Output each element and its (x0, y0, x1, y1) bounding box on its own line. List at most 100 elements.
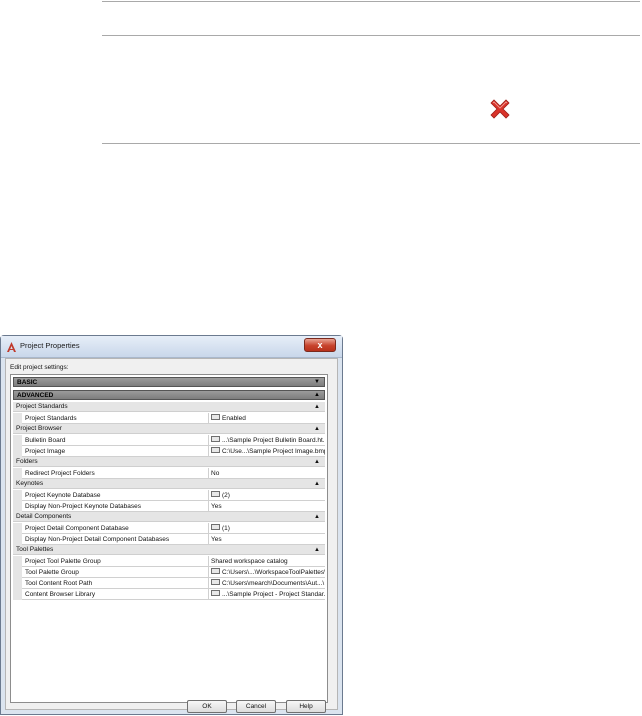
category-header[interactable]: Project Standards ▲ (13, 402, 325, 412)
property-value-text: ...\Sample Project - Project Standar... (222, 591, 325, 598)
property-value[interactable]: No (209, 468, 325, 479)
property-row[interactable]: Tool Content Root Path C:\Users\mearch\Do… (13, 578, 325, 589)
property-value-text: C:\Use...\Sample Project Image.bmp (222, 448, 325, 455)
help-button[interactable]: Help (286, 700, 326, 713)
red-x-icon[interactable] (487, 96, 513, 122)
browse-icon[interactable] (211, 524, 220, 531)
property-value[interactable]: C:\Users\...\WorkspaceToolPalettes\ (209, 567, 325, 578)
property-value[interactable]: (1) (209, 523, 325, 534)
property-row[interactable]: Tool Palette Group C:\Users\...\Workspace… (13, 567, 325, 578)
property-name: Content Browser Library (22, 589, 209, 600)
property-value[interactable]: (2) (209, 490, 325, 501)
section-basic[interactable]: BASIC ▼ (13, 377, 325, 387)
row-gutter (13, 413, 22, 424)
property-value-text: No (211, 470, 220, 477)
row-gutter (13, 534, 22, 545)
category-header[interactable]: Keynotes ▲ (13, 479, 325, 489)
category-header[interactable]: Detail Components ▲ (13, 512, 325, 522)
browse-icon[interactable] (211, 447, 220, 454)
collapse-arrow-icon[interactable]: ▲ (314, 402, 320, 412)
category-label: Project Standards (16, 403, 68, 410)
title-bar[interactable]: Project Properties x (1, 336, 342, 358)
browse-icon[interactable] (211, 491, 220, 498)
property-row[interactable]: Project Image C:\Use...\Sample Project Im… (13, 446, 325, 457)
bottom-divider (102, 143, 640, 144)
browse-icon[interactable] (211, 579, 220, 586)
category-label: Folders (16, 458, 38, 465)
project-properties-dialog: Project Properties x Edit project settin… (0, 335, 343, 715)
collapse-arrow-icon[interactable]: ▲ (314, 545, 320, 555)
collapse-arrow-icon[interactable]: ▲ (314, 512, 320, 522)
edit-settings-label: Edit project settings: (10, 364, 69, 371)
property-value-text: C:\Users\mearch\Documents\Aut...\ (222, 580, 325, 587)
property-value[interactable]: C:\Users\mearch\Documents\Aut...\ (209, 578, 325, 589)
row-gutter (13, 435, 22, 446)
category-header[interactable]: Project Browser ▲ (13, 424, 325, 434)
property-value-text: Shared workspace catalog (211, 558, 288, 565)
app-icon (7, 342, 16, 352)
property-value-text: ...\Sample Project Bulletin Board.ht... (222, 437, 325, 444)
property-row[interactable]: Project Keynote Database (2) (13, 490, 325, 501)
property-row[interactable]: Display Non-Project Detail Component Dat… (13, 534, 325, 545)
dialog-body: Edit project settings: BASIC ▼ ADVANCED … (5, 358, 338, 713)
category-label: Keynotes (16, 480, 44, 487)
collapse-arrow-icon[interactable]: ▲ (314, 479, 320, 489)
property-value[interactable]: Yes (209, 534, 325, 545)
property-value-text: (2) (222, 492, 230, 499)
property-name: Tool Palette Group (22, 567, 209, 578)
property-value-text: Yes (211, 503, 222, 510)
property-grid: BASIC ▼ ADVANCED ▲ Project Standards ▲ Pro… (10, 374, 328, 703)
property-name: Tool Content Root Path (22, 578, 209, 589)
section-advanced[interactable]: ADVANCED ▲ (13, 390, 325, 400)
property-value[interactable]: Yes (209, 501, 325, 512)
row-gutter (13, 567, 22, 578)
property-value[interactable]: Shared workspace catalog (209, 556, 325, 567)
property-name: Display Non-Project Detail Component Dat… (22, 534, 209, 545)
close-button[interactable]: x (304, 338, 336, 352)
category-header[interactable]: Tool Palettes ▲ (13, 545, 325, 555)
property-row[interactable]: Redirect Project Folders No (13, 468, 325, 479)
browse-icon[interactable] (211, 436, 220, 443)
property-value-text: Yes (211, 536, 222, 543)
middle-divider (102, 35, 640, 36)
category-label: Tool Palettes (16, 546, 54, 553)
browse-icon[interactable] (211, 414, 220, 421)
cancel-button[interactable]: Cancel (236, 700, 276, 713)
property-value-text: (1) (222, 525, 230, 532)
browse-icon[interactable] (211, 568, 220, 575)
property-row[interactable]: Content Browser Library ...\Sample Projec… (13, 589, 325, 600)
collapse-arrow-icon[interactable]: ▲ (314, 457, 320, 467)
section-label: BASIC (17, 379, 38, 386)
property-name: Redirect Project Folders (22, 468, 209, 479)
ok-button[interactable]: OK (187, 700, 227, 713)
property-value-text: C:\Users\...\WorkspaceToolPalettes\ (222, 569, 325, 576)
property-value[interactable]: ...\Sample Project - Project Standar... (209, 589, 325, 600)
category-label: Project Browser (16, 425, 62, 432)
property-value[interactable]: Enabled (209, 413, 325, 424)
row-gutter (13, 589, 22, 600)
property-row[interactable]: Display Non-Project Keynote Databases Yes (13, 501, 325, 512)
property-row[interactable]: Project Standards Enabled (13, 413, 325, 424)
property-name: Project Detail Component Database (22, 523, 209, 534)
property-value[interactable]: C:\Use...\Sample Project Image.bmp (209, 446, 325, 457)
row-gutter (13, 556, 22, 567)
browse-icon[interactable] (211, 590, 220, 597)
property-name: Display Non-Project Keynote Databases (22, 501, 209, 512)
property-row[interactable]: Bulletin Board ...\Sample Project Bulleti… (13, 435, 325, 446)
property-value-text: Enabled (222, 415, 246, 422)
property-value[interactable]: ...\Sample Project Bulletin Board.ht... (209, 435, 325, 446)
property-row[interactable]: Project Tool Palette Group Shared workspa… (13, 556, 325, 567)
collapse-arrow-icon[interactable]: ▲ (314, 424, 320, 434)
row-gutter (13, 446, 22, 457)
row-gutter (13, 578, 22, 589)
property-row[interactable]: Project Detail Component Database (1) (13, 523, 325, 534)
category-header[interactable]: Folders ▲ (13, 457, 325, 467)
row-gutter (13, 501, 22, 512)
collapse-arrow-icon[interactable]: ▲ (314, 391, 320, 400)
collapse-arrow-icon[interactable]: ▼ (314, 378, 320, 387)
property-name: Project Tool Palette Group (22, 556, 209, 567)
category-label: Detail Components (16, 513, 72, 520)
close-icon: x (317, 340, 323, 350)
row-gutter (13, 468, 22, 479)
dialog-title: Project Properties (20, 341, 80, 350)
